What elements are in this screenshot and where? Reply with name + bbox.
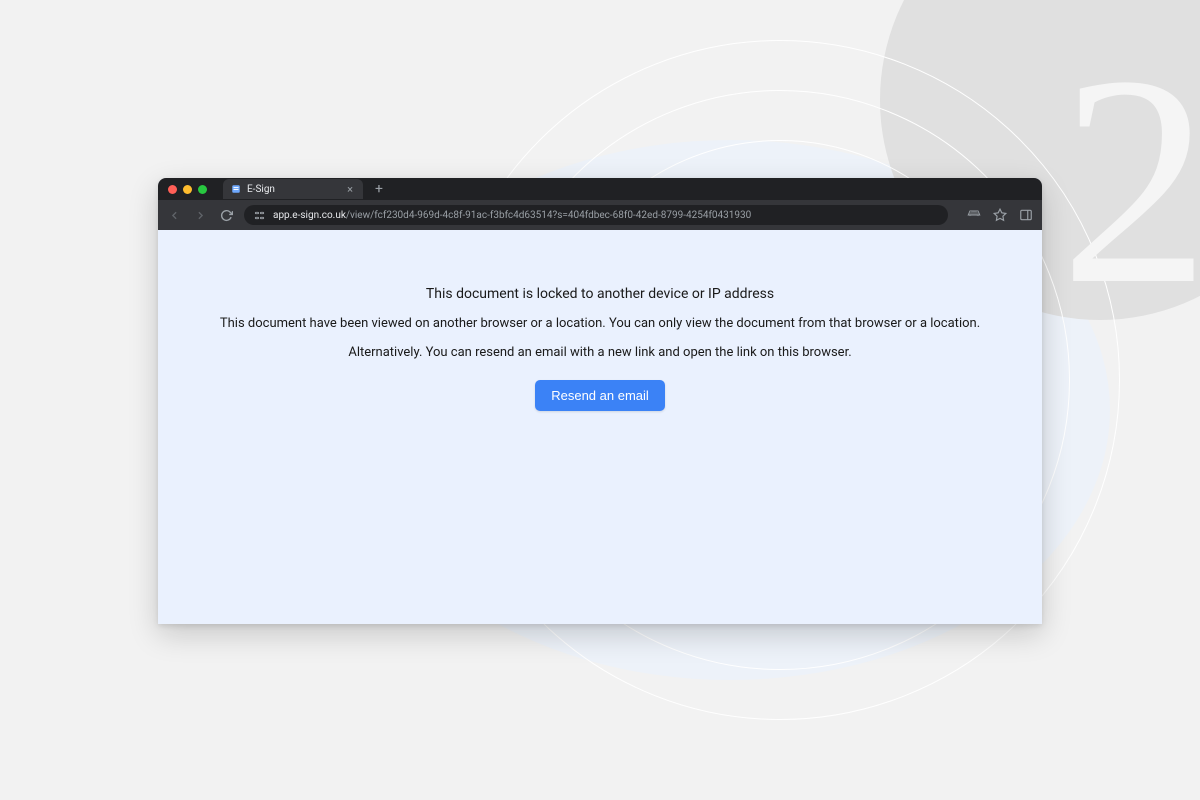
toolbar-right-controls (966, 207, 1034, 223)
new-tab-button[interactable]: + (371, 182, 387, 196)
minimize-window-button[interactable] (183, 185, 192, 194)
site-settings-icon[interactable] (254, 210, 265, 221)
url-domain: app.e-sign.co.uk (273, 210, 346, 221)
resend-email-button[interactable]: Resend an email (535, 380, 665, 411)
locked-explanation: This document have been viewed on anothe… (198, 316, 1002, 331)
step-number: 2 (1060, 30, 1200, 330)
url-path: /view/fcf230d4-969d-4c8f-91ac-f3bfc4d635… (346, 210, 751, 221)
page-content: This document is locked to another devic… (158, 230, 1042, 624)
side-panel-icon[interactable] (1018, 207, 1034, 223)
tab-favicon-icon (231, 184, 241, 194)
tab-bar: E-Sign × + (158, 178, 1042, 200)
locked-heading: This document is locked to another devic… (198, 286, 1002, 302)
url-text: app.e-sign.co.uk/view/fcf230d4-969d-4c8f… (273, 210, 751, 221)
tab-title: E-Sign (247, 184, 339, 195)
maximize-window-button[interactable] (198, 185, 207, 194)
browser-toolbar: app.e-sign.co.uk/view/fcf230d4-969d-4c8f… (158, 200, 1042, 230)
close-tab-button[interactable]: × (345, 183, 355, 196)
resend-instruction: Alternatively. You can resend an email w… (198, 345, 1002, 360)
reload-button[interactable] (218, 207, 234, 223)
back-button[interactable] (166, 207, 182, 223)
browser-window: E-Sign × + app.e-sign.co.uk/view/fcf230d… (158, 178, 1042, 624)
close-window-button[interactable] (168, 185, 177, 194)
forward-button[interactable] (192, 207, 208, 223)
bookmark-icon[interactable] (992, 207, 1008, 223)
window-controls (168, 185, 207, 194)
browser-tab[interactable]: E-Sign × (223, 179, 363, 199)
address-bar[interactable]: app.e-sign.co.uk/view/fcf230d4-969d-4c8f… (244, 205, 948, 225)
incognito-icon[interactable] (966, 207, 982, 223)
